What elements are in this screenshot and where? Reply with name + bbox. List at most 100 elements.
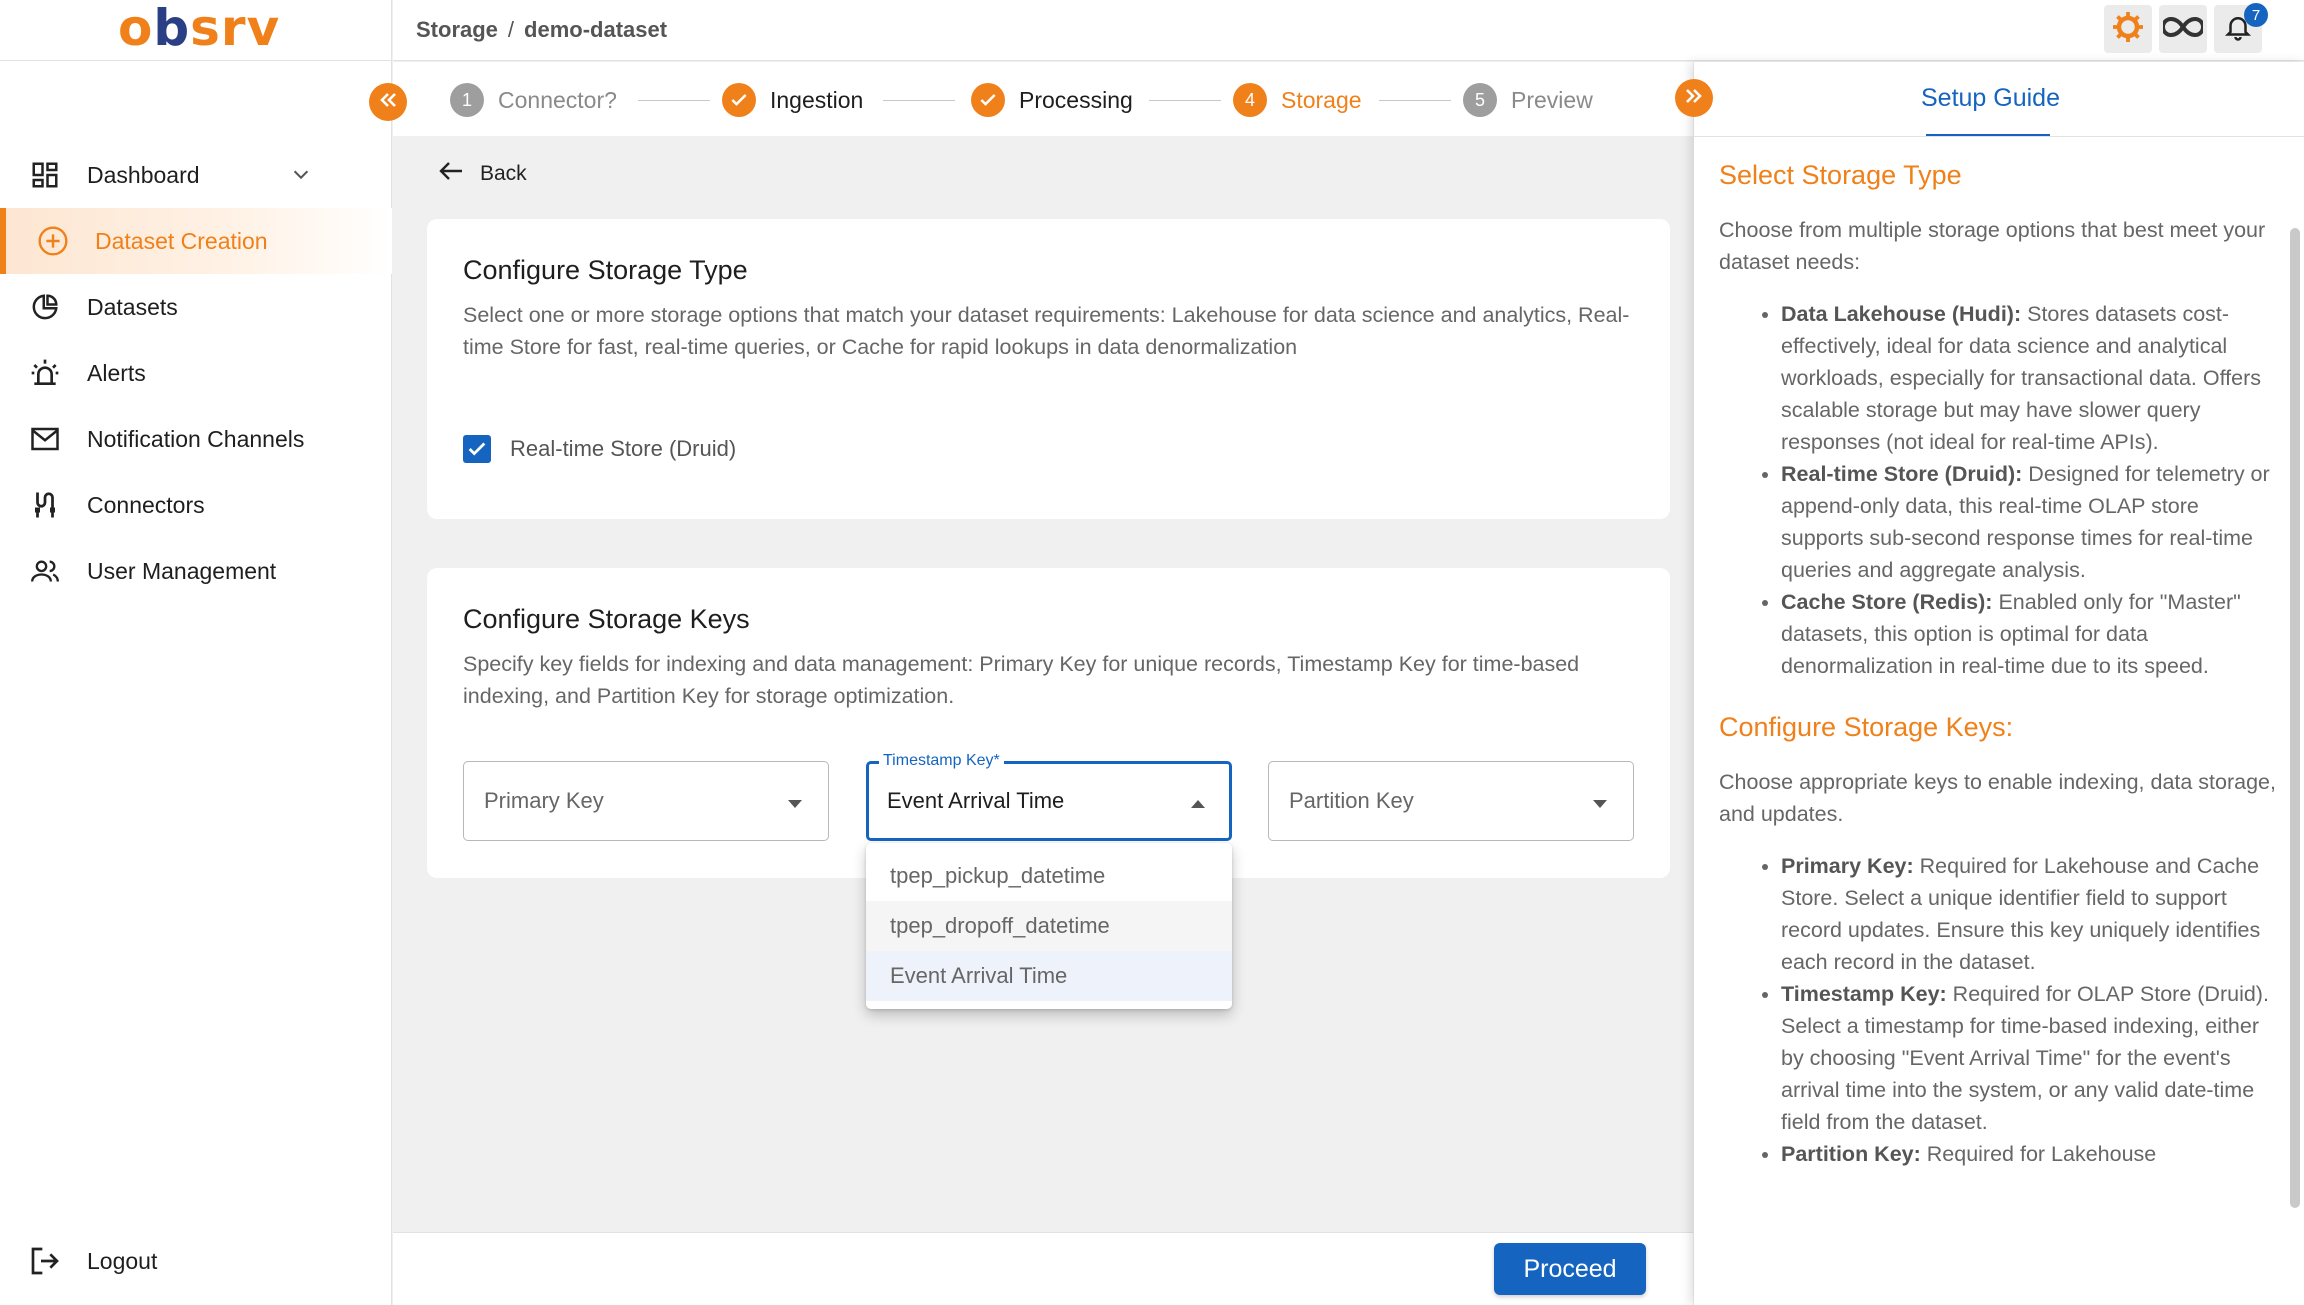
guide-divider: [1694, 136, 2304, 137]
realtime-store-option[interactable]: Real-time Store (Druid): [463, 435, 736, 463]
guide-term: Cache Store (Redis):: [1781, 590, 1993, 614]
logo-letter-o: o: [118, 0, 154, 57]
guide-term: Partition Key:: [1781, 1142, 1921, 1166]
sidebar-divider: [0, 60, 392, 61]
dropdown-option[interactable]: tpep_dropoff_datetime: [866, 901, 1232, 951]
sidebar-nav: Dashboard Dataset Creation Datasets Aler…: [0, 142, 392, 604]
sidebar-item-label: Notification Channels: [87, 425, 305, 452]
sidebar: obsrv Dashboard Dataset Creation Dataset…: [0, 0, 392, 1305]
guide-term: Primary Key:: [1781, 854, 1914, 878]
guide-paragraph: Choose from multiple storage options tha…: [1719, 218, 2266, 274]
grafana-button[interactable]: [2104, 5, 2152, 53]
tab-setup-guide[interactable]: Setup Guide: [1921, 84, 2060, 113]
sidebar-item-user-management[interactable]: User Management: [0, 538, 392, 604]
arrow-left-icon: [438, 160, 480, 188]
double-chevron-left-icon: [376, 88, 400, 117]
realtime-store-checkbox[interactable]: [463, 435, 491, 463]
caret-down-icon: [786, 797, 804, 815]
step-storage[interactable]: 4 Storage: [1233, 83, 1362, 117]
chevron-down-icon[interactable]: [290, 163, 312, 190]
infinity-icon: [2161, 15, 2205, 44]
guide-term: Real-time Store (Druid):: [1781, 462, 2023, 486]
alarm-icon: [28, 356, 62, 390]
breadcrumb-parent[interactable]: Storage: [416, 17, 498, 42]
step-ingestion[interactable]: Ingestion: [722, 83, 863, 117]
stepper-bar: 1 Connector? Ingestion Processing 4 Stor…: [369, 62, 1693, 136]
step-label: Preview: [1511, 86, 1593, 113]
guide-list-item: Partition Key: Required for Lakehouse: [1781, 1138, 2279, 1170]
storage-type-description: Select one or more storage options that …: [463, 303, 1630, 359]
guide-list-item: Primary Key: Required for Lakehouse and …: [1781, 850, 2279, 978]
realtime-store-label: Real-time Store (Druid): [510, 436, 737, 461]
storage-type-title: Configure Storage Type: [463, 255, 748, 285]
collapse-guide-button[interactable]: [1675, 79, 1713, 117]
storage-keys-card: Configure Storage Keys Specify key field…: [427, 568, 1670, 878]
timestamp-key-dropdown: tpep_pickup_datetime tpep_dropoff_dateti…: [866, 843, 1232, 1009]
step-connector-line: [638, 100, 710, 101]
logout-icon: [28, 1244, 62, 1278]
storage-keys-description: Specify key fields for indexing and data…: [463, 652, 1580, 708]
logo-letter-r: r: [220, 0, 247, 57]
sidebar-item-connectors[interactable]: Connectors: [0, 472, 392, 538]
step-label: Storage: [1281, 86, 1362, 113]
primary-key-select[interactable]: Primary Key: [463, 761, 829, 841]
guide-paragraph: Choose appropriate keys to enable indexi…: [1719, 770, 2276, 826]
check-icon: [971, 83, 1005, 117]
breadcrumb-current: demo-dataset: [524, 17, 668, 42]
sidebar-item-label: Dataset Creation: [95, 227, 268, 254]
proceed-button[interactable]: Proceed: [1494, 1243, 1646, 1295]
guide-scrollbar[interactable]: [2290, 228, 2300, 1208]
sidebar-item-label: Dashboard: [87, 161, 200, 188]
sidebar-item-dataset-creation[interactable]: Dataset Creation: [0, 208, 392, 274]
guide-list-item: Data Lakehouse (Hudi): Stores datasets c…: [1781, 298, 2279, 458]
header-actions: 7: [2104, 3, 2268, 53]
breadcrumb: Storage / demo-dataset: [416, 17, 667, 43]
sidebar-item-label: Datasets: [87, 293, 178, 320]
guide-list-item: Cache Store (Redis): Enabled only for "M…: [1781, 586, 2279, 682]
obsrv-logo[interactable]: obsrv: [118, 3, 280, 53]
timestamp-key-value: Event Arrival Time: [887, 788, 1065, 813]
guide-list: Primary Key: Required for Lakehouse and …: [1719, 850, 2279, 1170]
sidebar-item-alerts[interactable]: Alerts: [0, 340, 392, 406]
logo-letter-v: v: [246, 0, 281, 57]
step-label: Connector?: [498, 86, 617, 113]
back-label: Back: [480, 162, 527, 185]
logout-label: Logout: [87, 1247, 158, 1274]
guide-list-item: Timestamp Key: Required for OLAP Store (…: [1781, 978, 2279, 1138]
breadcrumb-separator: /: [507, 17, 515, 42]
partition-key-select[interactable]: Partition Key: [1268, 761, 1634, 841]
dropdown-option[interactable]: Event Arrival Time: [866, 951, 1232, 1001]
notification-count-badge: 7: [2244, 3, 2268, 27]
sidebar-item-datasets[interactable]: Datasets: [0, 274, 392, 340]
caret-down-icon: [1591, 797, 1609, 815]
storage-type-card: Configure Storage Type Select one or mor…: [427, 219, 1670, 519]
step-connector[interactable]: 1 Connector?: [450, 83, 617, 117]
back-button[interactable]: Back: [438, 160, 527, 188]
step-preview[interactable]: 5 Preview: [1463, 83, 1593, 117]
guide-text: Required for Lakehouse: [1920, 1142, 2157, 1166]
guide-list: Data Lakehouse (Hudi): Stores datasets c…: [1719, 298, 2279, 682]
sidebar-item-dashboard[interactable]: Dashboard: [0, 142, 392, 208]
check-icon: [722, 83, 756, 117]
step-number: 4: [1233, 83, 1267, 117]
step-number: 5: [1463, 83, 1497, 117]
setup-guide-content: Select Storage Type Choose from multiple…: [1719, 142, 2279, 1170]
logout-button[interactable]: Logout: [28, 1244, 157, 1278]
top-header: Storage / demo-dataset 7: [393, 0, 2304, 61]
guide-term: Timestamp Key:: [1781, 982, 1947, 1006]
step-processing[interactable]: Processing: [971, 83, 1133, 117]
superset-button[interactable]: [2159, 5, 2207, 53]
dashboard-icon: [28, 158, 62, 192]
timestamp-key-select[interactable]: Timestamp Key* Event Arrival Time: [866, 752, 1232, 841]
collapse-sidebar-button[interactable]: [369, 83, 407, 121]
dropdown-option[interactable]: tpep_pickup_datetime: [866, 851, 1232, 901]
step-label: Processing: [1019, 86, 1133, 113]
grafana-icon: [2110, 9, 2146, 50]
caret-up-icon: [1189, 797, 1207, 815]
guide-section-title: Configure Storage Keys:: [1719, 712, 2014, 742]
timestamp-key-label: Timestamp Key*: [879, 752, 1004, 770]
sidebar-item-notification-channels[interactable]: Notification Channels: [0, 406, 392, 472]
step-label: Ingestion: [770, 86, 864, 113]
notifications-button[interactable]: 7: [2214, 3, 2268, 53]
step-connector-line: [1149, 100, 1221, 101]
